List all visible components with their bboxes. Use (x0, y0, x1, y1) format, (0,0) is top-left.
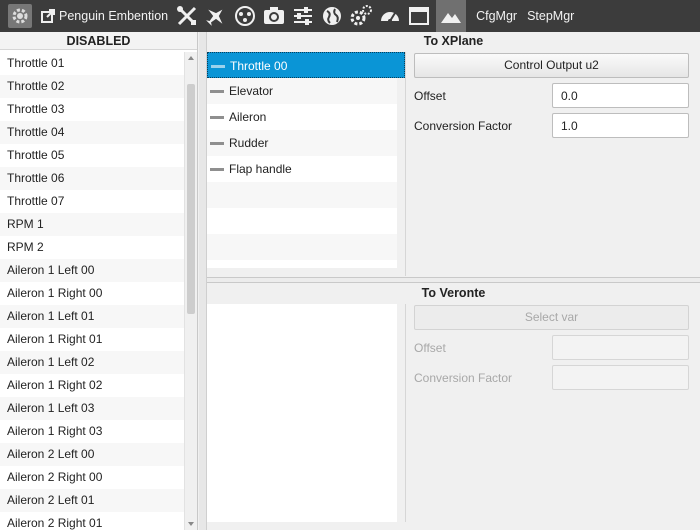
column-divider (405, 304, 406, 522)
list-item-elevator[interactable]: Elevator (207, 78, 397, 104)
list-item-flap-handle[interactable]: Flap handle (207, 156, 397, 182)
scroll-up-icon[interactable] (188, 56, 194, 60)
xplane-conversion-label: Conversion Factor (414, 119, 513, 133)
sliders-icon[interactable] (291, 4, 315, 28)
list-item[interactable]: Throttle 03 (0, 98, 185, 121)
xplane-conversion-field[interactable] (552, 113, 689, 138)
list-item[interactable]: Throttle 06 (0, 167, 185, 190)
connections-icon[interactable] (233, 4, 257, 28)
list-item-throttle-00[interactable]: Throttle 00 (207, 52, 405, 78)
list-item[interactable]: RPM 2 (0, 236, 185, 259)
empty-row (207, 182, 397, 208)
column-divider (405, 52, 406, 276)
list-item[interactable]: Aileron 1 Left 01 (0, 305, 185, 328)
section-splitter[interactable] (207, 277, 700, 283)
gauge-icon[interactable] (378, 4, 402, 28)
list-item[interactable]: Aileron 1 Left 03 (0, 397, 185, 420)
tab-stepmgr[interactable]: StepMgr (527, 9, 574, 23)
list-item-label: Elevator (229, 84, 274, 98)
list-item[interactable]: Aileron 1 Left 02 (0, 351, 185, 374)
airplane-icon[interactable] (204, 4, 228, 28)
left-scrollbar[interactable] (184, 52, 197, 530)
empty-row (207, 234, 397, 260)
veronte-offset-label: Offset (414, 341, 446, 355)
camera-icon[interactable] (262, 4, 286, 28)
list-item-label: Rudder (229, 136, 269, 150)
mapping-panel: To XPlane Throttle 00 Elevator Aileron R… (207, 32, 700, 530)
list-item[interactable]: Aileron 1 Right 02 (0, 374, 185, 397)
drag-handle-icon (210, 116, 224, 119)
select-var-button[interactable]: Select var (414, 305, 689, 330)
list-item[interactable]: Throttle 02 (0, 75, 185, 98)
list-item-rudder[interactable]: Rudder (207, 130, 397, 156)
list-item[interactable]: Throttle 07 (0, 190, 185, 213)
disabled-list: Throttle 01 Throttle 02 Throttle 03 Thro… (0, 52, 185, 530)
list-item[interactable]: Aileron 1 Right 01 (0, 328, 185, 351)
control-output-button[interactable]: Control Output u2 (414, 53, 689, 78)
list-item[interactable]: Aileron 2 Left 01 (0, 489, 185, 512)
list-item[interactable]: Aileron 1 Left 00 (0, 259, 185, 282)
disabled-panel: DISABLED Throttle 01 Throttle 02 Throttl… (0, 32, 198, 530)
to-xplane-header: To XPlane (423, 34, 484, 48)
tab-cfgmgr[interactable]: CfgMgr (476, 9, 517, 23)
list-item[interactable]: Aileron 2 Right 01 (0, 512, 185, 530)
list-item[interactable]: Throttle 05 (0, 144, 185, 167)
xplane-output-list: Throttle 00 Elevator Aileron Rudder Flap… (207, 52, 405, 268)
list-item-label: Flap handle (229, 162, 292, 176)
list-item-label: Aileron (229, 110, 267, 124)
scroll-down-icon[interactable] (188, 522, 194, 526)
xplane-offset-field[interactable] (552, 83, 689, 108)
external-link-icon[interactable] (40, 4, 56, 28)
list-item[interactable]: Aileron 1 Right 00 (0, 282, 185, 305)
drag-handle-icon (210, 142, 224, 145)
veronte-conversion-field[interactable] (552, 365, 689, 390)
empty-row (207, 208, 397, 234)
list-item[interactable]: Aileron 1 Right 03 (0, 420, 185, 443)
veronte-offset-field[interactable] (552, 335, 689, 360)
xplane-offset-label: Offset (414, 89, 446, 103)
drag-handle-icon (210, 168, 224, 171)
to-veronte-header: To Veronte (421, 286, 486, 300)
veronte-var-list[interactable] (207, 304, 397, 522)
list-item-label: Throttle 00 (230, 59, 288, 73)
list-item[interactable]: Aileron 2 Right 00 (0, 466, 185, 489)
list-item-aileron[interactable]: Aileron (207, 104, 397, 130)
app-name: Penguin Embention (59, 9, 169, 23)
gears-icon[interactable] (349, 4, 373, 28)
disabled-header: DISABLED (0, 32, 197, 50)
drag-handle-icon (211, 65, 225, 68)
tools-icon[interactable] (175, 4, 199, 28)
list-item[interactable]: Aileron 2 Left 00 (0, 443, 185, 466)
drag-handle-icon (210, 90, 224, 93)
list-item[interactable]: Throttle 04 (0, 121, 185, 144)
settings-gear-icon[interactable] (8, 4, 32, 28)
list-item[interactable]: RPM 1 (0, 213, 185, 236)
scroll-thumb[interactable] (187, 84, 195, 314)
panel-splitter[interactable] (199, 32, 207, 530)
veronte-conversion-label: Conversion Factor (414, 371, 513, 385)
list-item[interactable]: Throttle 01 (0, 52, 185, 75)
top-toolbar: Penguin Embention CfgMgr StepMgr (0, 0, 700, 32)
globe-icon[interactable] (320, 4, 344, 28)
mountain-icon[interactable] (436, 0, 467, 32)
window-icon[interactable] (407, 4, 431, 28)
